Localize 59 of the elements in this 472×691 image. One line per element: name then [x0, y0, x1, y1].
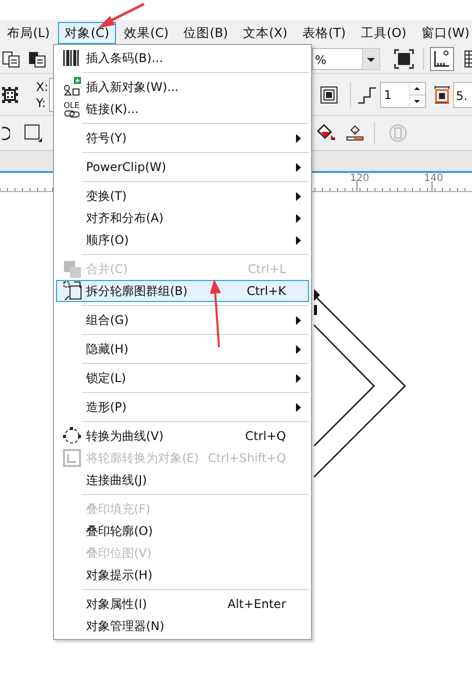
- square-icon[interactable]: [24, 124, 42, 142]
- menu-item[interactable]: 造形(P): [56, 396, 309, 418]
- dropdown-icon[interactable]: [362, 48, 380, 70]
- menu-item[interactable]: 转换为曲线(V) Ctrl+Q: [56, 425, 309, 447]
- zoom-field[interactable]: %: [312, 48, 362, 70]
- combine-icon: [62, 258, 82, 280]
- menu-item[interactable]: 变换(T): [56, 185, 309, 207]
- shortcut-text: Ctrl+K: [246, 284, 287, 298]
- menu-item[interactable]: 顺序(O): [56, 229, 309, 251]
- menu-bar-item[interactable]: 效果(C): [117, 22, 176, 44]
- menu-item[interactable]: 锁定(L): [56, 367, 309, 389]
- position-field[interactable]: [49, 78, 53, 112]
- menu-bar-item[interactable]: 布局(L): [0, 22, 57, 44]
- position-label: X:: [36, 78, 48, 94]
- break-apart-icon: [62, 280, 82, 302]
- menu-bar-item[interactable]: 表格(T): [295, 22, 353, 44]
- menu-bar-item[interactable]: 对象(C): [58, 22, 116, 44]
- menu-item[interactable]: 组合(G): [56, 309, 309, 331]
- new-object-icon: [62, 76, 82, 98]
- ruler-label: 140: [424, 173, 444, 184]
- menu-bar-item[interactable]: 窗口(W): [414, 22, 472, 44]
- menu-item[interactable]: 隐藏(H): [56, 338, 309, 360]
- clipboard-icon[interactable]: [28, 50, 46, 68]
- ruler-label: 120: [350, 173, 370, 184]
- barcode-icon: [62, 47, 82, 69]
- outline-color-icon[interactable]: [346, 124, 364, 142]
- outline-object-icon: [62, 447, 82, 469]
- spinner-icon[interactable]: [409, 82, 425, 108]
- position-label: Y:: [36, 94, 47, 110]
- menu-bar-item[interactable]: 位图(B): [176, 22, 236, 44]
- shortcut-text: Alt+Enter: [226, 597, 287, 611]
- menu-item[interactable]: OLE 链接(K)...: [56, 98, 309, 120]
- menu-bar-item[interactable]: 工具(O): [354, 22, 414, 44]
- menu-bar-item[interactable]: 文本(X): [236, 22, 294, 44]
- menu-item[interactable]: PowerClip(W): [56, 156, 309, 178]
- menu-item[interactable]: 叠印轮廓(O): [56, 520, 309, 542]
- menu-item[interactable]: 插入条码(B)...: [56, 47, 309, 69]
- shortcut-text: Ctrl+Q: [244, 429, 287, 443]
- menu-item[interactable]: 对象提示(H): [56, 564, 309, 586]
- paste-icon[interactable]: [2, 50, 20, 68]
- ruler-icon[interactable]: [430, 47, 454, 71]
- menu-item[interactable]: 对象属性(I) Alt+Enter: [56, 593, 309, 615]
- menu-item[interactable]: 插入新对象(W)...: [56, 76, 309, 98]
- full-screen-icon[interactable]: [394, 49, 414, 69]
- fill-icon[interactable]: [316, 123, 336, 143]
- outline-width-field[interactable]: 1: [380, 82, 426, 108]
- menu-item[interactable]: 连接曲线(J): [56, 469, 309, 491]
- steps-icon[interactable]: [357, 84, 377, 104]
- rotate-icon[interactable]: [2, 125, 10, 141]
- spacing-icon[interactable]: [434, 86, 450, 104]
- selection-icon[interactable]: [2, 86, 18, 102]
- frame-icon[interactable]: [320, 86, 338, 104]
- annotation-arrow: [96, 3, 146, 29]
- menu-item[interactable]: 对象管理器(N): [56, 615, 309, 637]
- size-field[interactable]: 5.: [453, 82, 472, 108]
- shortcut-text: Ctrl+L: [246, 262, 287, 276]
- menu-item[interactable]: 对齐和分布(A): [56, 207, 309, 229]
- shortcut-text: Ctrl+Shift+Q: [206, 451, 287, 465]
- menu-item[interactable]: 拆分轮廓图群组(B) Ctrl+K: [56, 280, 309, 302]
